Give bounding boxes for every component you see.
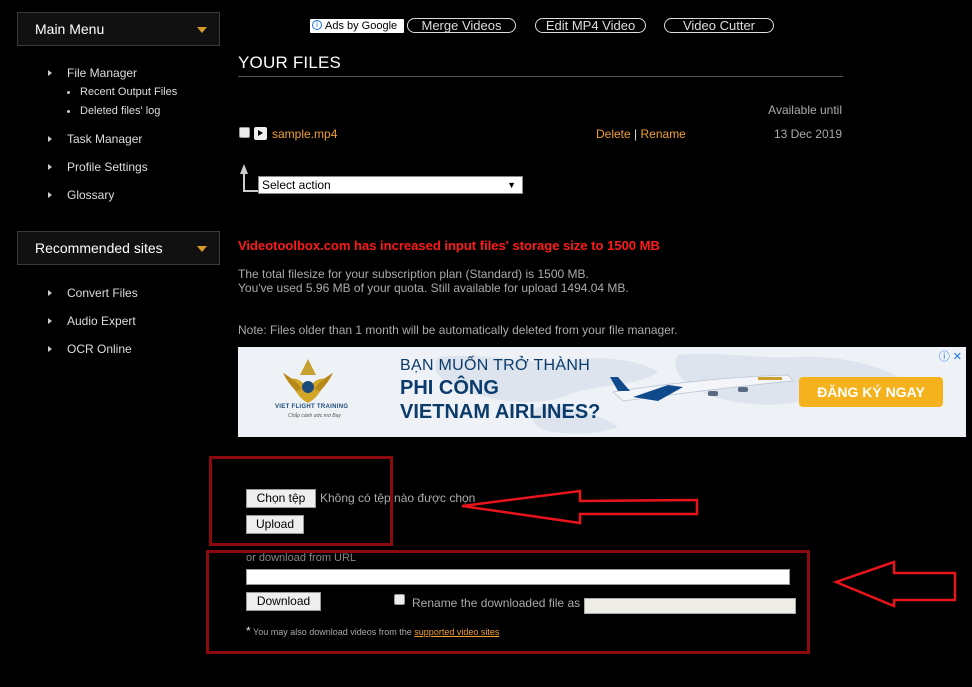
annotation-arrows: [461, 489, 957, 608]
annotation-arrow-left-icon: [461, 489, 699, 525]
annotation-arrow-right-icon: [832, 560, 957, 608]
